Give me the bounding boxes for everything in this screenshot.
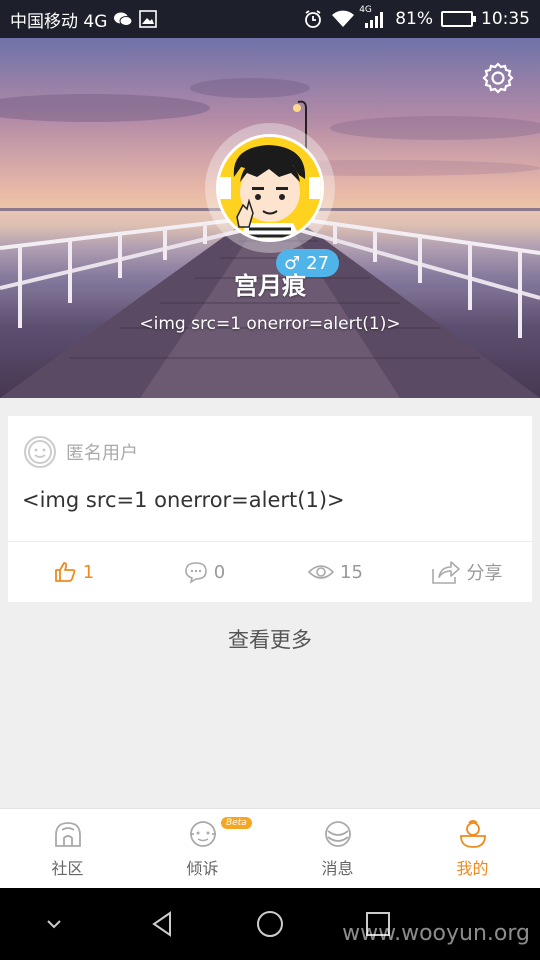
avatar[interactable] (216, 134, 324, 242)
like-count: 1 (82, 561, 95, 583)
tab-label: 社区 (51, 858, 84, 878)
cell-signal-icon: 4G (359, 5, 387, 29)
status-bar: 中国移动 4G 4G 81% 10:35 (0, 0, 540, 38)
see-more-button[interactable]: 查看更多 (0, 624, 540, 654)
tab-confide[interactable]: Beta 倾诉 (135, 809, 270, 888)
clock: 10:35 (481, 9, 530, 29)
thumbs-up-icon (54, 562, 75, 582)
avatar-illustration (219, 137, 321, 239)
comment-button[interactable]: 0 (139, 560, 270, 584)
post-card[interactable]: 匿名用户 <img src=1 onerror=alert(1)> 1 0 15… (8, 416, 532, 602)
avatar-ring (205, 123, 335, 253)
tab-community[interactable]: 社区 (0, 809, 135, 888)
anonymous-avatar-icon (24, 436, 56, 468)
profile-banner: ♂ 27 宫月痕 <img src=1 onerror=alert(1)> (0, 38, 540, 398)
face-icon (189, 820, 216, 847)
view-count: 15 (340, 561, 363, 583)
post-content: <img src=1 onerror=alert(1)> (22, 488, 345, 512)
tab-label: 消息 (321, 858, 354, 878)
home-icon (54, 821, 81, 847)
system-navigation-bar: www.wooyun.org (0, 888, 540, 960)
settings-button[interactable] (480, 60, 516, 96)
tab-me[interactable]: 我的 (405, 809, 540, 888)
alarm-icon (303, 9, 323, 29)
screen: 中国移动 4G 4G 81% 10:35 ♂ 27 宫月痕 <img src=1… (0, 0, 540, 960)
beta-badge: Beta (221, 817, 252, 829)
carrier-label: 中国移动 4G (10, 11, 108, 32)
author-name: 匿名用户 (66, 443, 138, 464)
status-right: 4G 81% 10:35 (303, 5, 530, 29)
back-triangle-icon (152, 911, 171, 937)
tab-messages[interactable]: 消息 (270, 809, 405, 888)
like-button[interactable]: 1 (8, 560, 139, 584)
battery-icon (441, 11, 476, 27)
gear-icon (482, 62, 514, 94)
message-icon (324, 820, 351, 847)
profile-bio: <img src=1 onerror=alert(1)> (139, 314, 401, 334)
collapse-button[interactable] (0, 918, 108, 930)
home-button[interactable] (216, 909, 324, 939)
comment-icon (184, 562, 207, 584)
signal-type-label: 4G (359, 5, 372, 15)
tab-label: 我的 (456, 858, 489, 878)
wechat-icon (113, 11, 133, 27)
chevron-down-icon (47, 920, 61, 929)
views-indicator: 15 (270, 562, 401, 583)
share-icon (431, 561, 460, 584)
eye-icon (308, 565, 335, 579)
tab-label: 倾诉 (186, 858, 219, 878)
status-left: 中国移动 4G (10, 7, 158, 32)
watermark: www.wooyun.org (342, 921, 530, 946)
gallery-icon (139, 10, 158, 28)
profile-name: 宫月痕 (234, 272, 306, 300)
home-circle-icon (257, 911, 283, 937)
post-author: 匿名用户 (24, 436, 138, 468)
battery-percent: 81% (395, 9, 433, 29)
share-label: 分享 (466, 563, 503, 584)
comment-count: 0 (213, 561, 226, 583)
wifi-icon (331, 10, 355, 28)
profile-icon (459, 819, 486, 848)
back-button[interactable] (108, 910, 216, 938)
bottom-tab-bar: 社区 Beta 倾诉 消息 我的 (0, 808, 540, 888)
post-actions: 1 0 15 分享 (8, 542, 532, 602)
share-button[interactable]: 分享 (401, 559, 532, 585)
